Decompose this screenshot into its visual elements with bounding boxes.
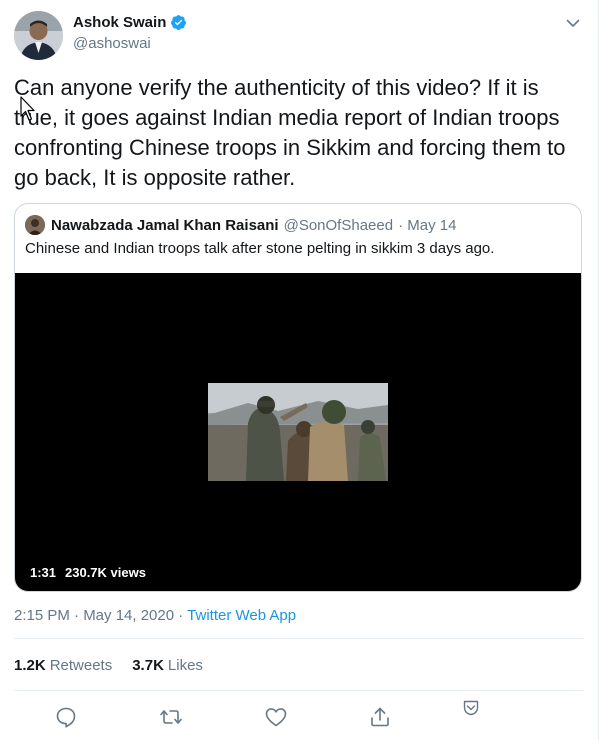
video-thumbnail[interactable] <box>208 383 388 481</box>
tweet-source-link[interactable]: Twitter Web App <box>187 607 296 624</box>
author-avatar[interactable] <box>14 11 63 60</box>
share-icon[interactable] <box>368 705 392 729</box>
heart-icon[interactable] <box>264 705 288 729</box>
tweet-actions <box>0 700 599 736</box>
tweet-timestamp[interactable]: 2:15 PM · May 14, 2020 · <box>14 607 187 624</box>
retweet-icon[interactable] <box>159 705 183 729</box>
author-name-row: Ashok Swain <box>73 14 187 31</box>
quoted-author-name: Nawabzada Jamal Khan Raisani <box>51 216 279 234</box>
retweets-count[interactable]: 1.2K <box>14 657 46 674</box>
author-handle[interactable]: @ashoswai <box>73 35 151 52</box>
chevron-down-icon[interactable] <box>564 14 582 32</box>
likes-count[interactable]: 3.7K <box>132 657 164 674</box>
video-player[interactable]: 1:31 230.7K views <box>15 273 581 591</box>
divider <box>14 638 584 639</box>
quoted-tweet-header: Nawabzada Jamal Khan Raisani @SonOfShaee… <box>25 215 456 235</box>
caret-icon[interactable] <box>462 699 480 717</box>
tweet-stats: 1.2K Retweets 3.7K Likes <box>14 657 203 674</box>
tweet-text: Can anyone verify the authenticity of th… <box>14 75 566 190</box>
video-duration: 1:31 <box>30 565 57 580</box>
quoted-tweet[interactable]: Nawabzada Jamal Khan Raisani @SonOfShaee… <box>14 203 582 592</box>
tweet-metadata: 2:15 PM · May 14, 2020 · Twitter Web App <box>14 607 296 624</box>
tweet-card: Ashok Swain @ashoswai Can anyone verify … <box>0 0 599 740</box>
likes-label[interactable]: Likes <box>168 657 203 674</box>
quoted-author-handle: @SonOfShaeed <box>283 216 394 234</box>
author-name[interactable]: Ashok Swain <box>73 14 166 31</box>
reply-icon[interactable] <box>54 705 78 729</box>
mouse-cursor-icon <box>20 96 35 121</box>
divider <box>14 690 584 691</box>
retweets-label[interactable]: Retweets <box>50 657 113 674</box>
quoted-tweet-text: Chinese and Indian troops talk after sto… <box>25 240 495 257</box>
verified-badge-icon <box>171 15 187 30</box>
quoted-tweet-date: · May 14 <box>398 216 457 234</box>
video-view-count: 230.7K views <box>65 565 146 580</box>
quoted-author-avatar <box>25 215 45 235</box>
